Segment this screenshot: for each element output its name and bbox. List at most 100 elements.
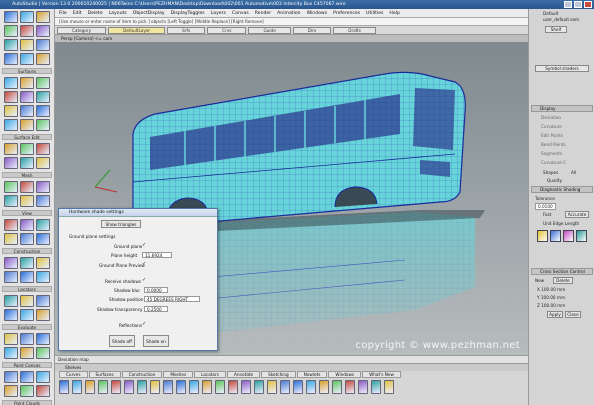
menu-item-canvas[interactable]: Canvas	[232, 11, 249, 16]
tool-icon[interactable]	[4, 385, 18, 397]
tool-icon[interactable]	[20, 143, 34, 155]
display-option-segments[interactable]: Segments	[541, 151, 562, 156]
layer-tab-drafts[interactable]: Drafts	[333, 27, 376, 34]
tool-icon[interactable]	[4, 309, 18, 321]
tool-icon[interactable]	[20, 181, 34, 193]
tool-icon[interactable]	[36, 371, 50, 383]
shelf-tool-icon[interactable]	[189, 380, 199, 394]
layer-tab-crvs[interactable]: Crvs	[207, 27, 247, 34]
tool-icon[interactable]	[20, 257, 34, 269]
shading-swatch-icon[interactable]	[563, 230, 574, 242]
shelf-tool-icon[interactable]	[319, 380, 329, 394]
tool-icon[interactable]	[4, 119, 18, 131]
tool-icon[interactable]	[4, 333, 18, 345]
shelf-tool-icon[interactable]	[241, 380, 251, 394]
tool-icon[interactable]	[36, 181, 50, 193]
display-option-curvature[interactable]: Curvature	[541, 124, 562, 129]
shelf-tool-icon[interactable]	[72, 380, 82, 394]
tool-icon[interactable]	[4, 143, 18, 155]
tool-icon[interactable]	[20, 11, 34, 23]
y-section-field[interactable]: Y 100.00 mm	[537, 295, 565, 300]
ground-plane-checkbox[interactable]: ✓	[142, 242, 146, 248]
shelf-tab-meshes[interactable]: Meshes	[163, 371, 194, 378]
shelf-tool-icon[interactable]	[111, 380, 121, 394]
tool-icon[interactable]	[4, 25, 18, 37]
shade-off-button[interactable]: Shade off	[109, 335, 135, 347]
tool-icon[interactable]	[36, 11, 50, 23]
command-line[interactable]: [Use mouse or enter name of item to pick…	[55, 18, 528, 26]
menu-item-help[interactable]: Help	[389, 11, 399, 16]
tool-icon[interactable]	[20, 295, 34, 307]
shelf-tab[interactable]: Shelf	[545, 26, 567, 33]
tool-icon[interactable]	[4, 105, 18, 117]
tool-icon[interactable]	[36, 347, 50, 359]
shelf-tool-icon[interactable]	[280, 380, 290, 394]
shelf-tool-icon[interactable]	[137, 380, 147, 394]
receive-shadows-checkbox[interactable]: ✓	[142, 277, 146, 283]
tool-icon[interactable]	[20, 309, 34, 321]
shelf-tool-icon[interactable]	[254, 380, 264, 394]
shelf-tool-icon[interactable]	[176, 380, 186, 394]
shelf-tool-icon[interactable]	[267, 380, 277, 394]
tool-icon[interactable]	[36, 195, 50, 207]
shadow-blur-field[interactable]: 0.0000	[144, 287, 168, 293]
display-option-deviation[interactable]: Deviation	[541, 115, 561, 120]
show-triangles-button[interactable]: Show triangles	[101, 220, 141, 228]
tool-icon[interactable]	[4, 181, 18, 193]
shelf-tool-icon[interactable]	[228, 380, 238, 394]
tool-icon[interactable]	[20, 271, 34, 283]
shelf-tab-curves[interactable]: Curves	[59, 371, 88, 378]
tool-icon[interactable]	[20, 385, 34, 397]
menu-item-objectdisplay[interactable]: ObjectDisplay	[133, 11, 165, 16]
shelf-tool-icon[interactable]	[202, 380, 212, 394]
tool-icon[interactable]	[4, 195, 18, 207]
tool-icon[interactable]	[20, 91, 34, 103]
tool-icon[interactable]	[36, 271, 50, 283]
z-section-field[interactable]: Z 100.00 mm	[537, 303, 565, 308]
menu-item-render[interactable]: Render	[255, 11, 271, 16]
tool-icon[interactable]	[20, 333, 34, 345]
symbol-shaders-button[interactable]: Symbol shaders	[535, 65, 589, 72]
shelf-tool-icon[interactable]	[345, 380, 355, 394]
tool-icon[interactable]	[4, 257, 18, 269]
shade-on-button[interactable]: Shade on	[143, 335, 169, 347]
menu-item-file[interactable]: File	[59, 11, 67, 16]
shading-swatch-icon[interactable]	[537, 230, 548, 242]
fast-option[interactable]: Fast	[543, 212, 551, 217]
palette-section-evaluate[interactable]: Evaluate	[2, 324, 52, 330]
shadow-transparency-field[interactable]: 0.2500	[144, 306, 168, 312]
cross-section-control-header[interactable]: Cross Section Control	[531, 268, 593, 275]
tool-icon[interactable]	[4, 371, 18, 383]
quality-label[interactable]: Quality	[547, 178, 562, 183]
menu-item-delete[interactable]: Delete	[88, 11, 103, 16]
tool-icon[interactable]	[20, 105, 34, 117]
menu-item-layers[interactable]: Layers	[211, 11, 226, 16]
tool-icon[interactable]	[36, 157, 50, 169]
tool-icon[interactable]	[36, 53, 50, 65]
shelf-tool-icon[interactable]	[150, 380, 160, 394]
tool-icon[interactable]	[36, 77, 50, 89]
tool-icon[interactable]	[4, 11, 18, 23]
tool-icon[interactable]	[4, 219, 18, 231]
shelf-tool-icon[interactable]	[124, 380, 134, 394]
tool-icon[interactable]	[4, 39, 18, 51]
palette-section-mesh[interactable]: Mesh	[2, 172, 52, 178]
shelf-tab-windows[interactable]: Windows	[328, 371, 362, 378]
tool-icon[interactable]	[20, 371, 34, 383]
shelf-tool-icon[interactable]	[85, 380, 95, 394]
tool-icon[interactable]	[20, 119, 34, 131]
maximize-button[interactable]	[574, 1, 582, 8]
tool-icon[interactable]	[36, 39, 50, 51]
tool-icon[interactable]	[20, 53, 34, 65]
shadow-position-field[interactable]: 45 DEGREES RIGHT	[144, 296, 200, 302]
tool-icon[interactable]	[4, 53, 18, 65]
layer-tab-srfs[interactable]: Srfs	[167, 27, 206, 34]
menu-item-utilities[interactable]: Utilities	[366, 11, 383, 16]
new-label[interactable]: New	[535, 278, 544, 283]
tool-icon[interactable]	[4, 77, 18, 89]
tool-icon[interactable]	[36, 25, 50, 37]
shelf-tab-annotate[interactable]: Annotate	[226, 371, 261, 378]
menu-item-preferences[interactable]: Preferences	[333, 11, 360, 16]
menu-item-edit[interactable]: Edit	[73, 11, 82, 16]
palette-section-locators[interactable]: Locators	[2, 286, 52, 292]
